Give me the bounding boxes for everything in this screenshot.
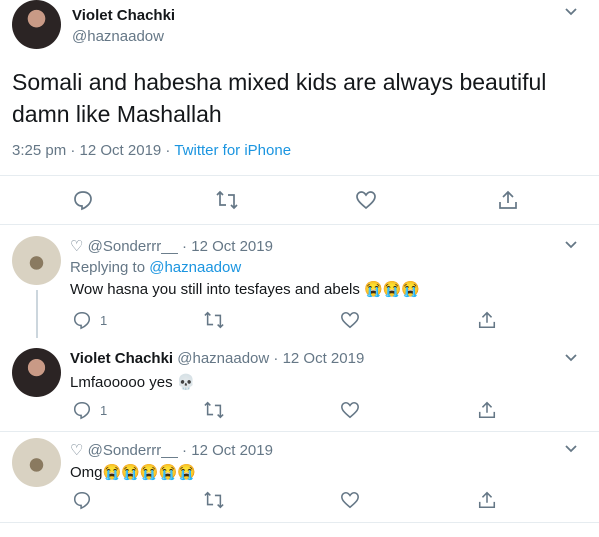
share-icon bbox=[477, 310, 497, 330]
retweet-button[interactable] bbox=[203, 400, 225, 420]
avatar[interactable] bbox=[12, 438, 61, 487]
share-button[interactable] bbox=[477, 490, 497, 510]
reply-text: Omg😭😭😭😭😭 bbox=[70, 464, 196, 481]
chevron-down-icon[interactable] bbox=[564, 350, 578, 366]
timestamp[interactable]: 3:25 pm · 12 Oct 2019 bbox=[12, 142, 161, 159]
divider bbox=[0, 522, 599, 523]
retweet-button[interactable] bbox=[203, 310, 225, 330]
reply-icon bbox=[72, 310, 92, 330]
share-button[interactable] bbox=[477, 400, 497, 420]
like-button[interactable] bbox=[340, 310, 360, 330]
reply-header: ♡ @Sonderrr__ · 12 Oct 2019 bbox=[70, 237, 273, 255]
replying-to-label: Replying to bbox=[70, 259, 150, 276]
retweet-icon bbox=[203, 310, 225, 330]
tweet-meta: 3:25 pm · 12 Oct 2019 · Twitter for iPho… bbox=[12, 142, 291, 159]
retweet-icon bbox=[203, 490, 225, 510]
like-icon bbox=[355, 189, 377, 211]
divider bbox=[0, 224, 599, 225]
like-button[interactable] bbox=[340, 490, 360, 510]
divider bbox=[0, 431, 599, 432]
reply-header: ♡ @Sonderrr__ · 12 Oct 2019 bbox=[70, 441, 273, 459]
reply-text: Lmfaooooo yes 💀 bbox=[70, 374, 196, 391]
meta-separator: · bbox=[161, 142, 175, 159]
reply-text: Wow hasna you still into tesfayes and ab… bbox=[70, 281, 421, 298]
retweet-icon bbox=[203, 400, 225, 420]
like-button[interactable] bbox=[355, 189, 377, 211]
reply-author[interactable]: ♡ @Sonderrr__ bbox=[70, 238, 178, 255]
avatar[interactable] bbox=[12, 348, 61, 397]
tweet-text: Somali and habesha mixed kids are always… bbox=[12, 69, 547, 127]
reply-button[interactable] bbox=[72, 189, 94, 211]
reply-handle[interactable]: @haznaadow bbox=[177, 350, 269, 367]
avatar[interactable] bbox=[12, 236, 61, 285]
reply-date[interactable]: · 12 Oct 2019 bbox=[178, 442, 273, 459]
retweet-button[interactable] bbox=[215, 189, 239, 211]
avatar[interactable] bbox=[12, 0, 61, 49]
chevron-down-icon[interactable] bbox=[564, 441, 578, 457]
reply-date[interactable]: · 12 Oct 2019 bbox=[269, 350, 364, 367]
reply-count: 1 bbox=[100, 402, 108, 418]
like-icon bbox=[340, 310, 360, 330]
share-button[interactable] bbox=[497, 189, 519, 211]
share-icon bbox=[477, 490, 497, 510]
reply-icon bbox=[72, 400, 92, 420]
replying-to: Replying to @haznaadow bbox=[70, 259, 241, 276]
chevron-down-icon[interactable] bbox=[564, 4, 578, 20]
reply-author[interactable]: Violet Chachki bbox=[70, 350, 173, 367]
reply-date[interactable]: · 12 Oct 2019 bbox=[178, 238, 273, 255]
share-icon bbox=[477, 400, 497, 420]
retweet-button[interactable] bbox=[203, 490, 225, 510]
reply-button[interactable]: 1 bbox=[72, 310, 107, 330]
reply-button[interactable] bbox=[72, 490, 100, 510]
divider bbox=[0, 175, 599, 176]
share-icon bbox=[497, 189, 519, 211]
like-icon bbox=[340, 490, 360, 510]
replying-to-handle[interactable]: @haznaadow bbox=[149, 259, 241, 276]
reply-icon bbox=[72, 490, 92, 510]
share-button[interactable] bbox=[477, 310, 497, 330]
chevron-down-icon[interactable] bbox=[564, 237, 578, 253]
like-icon bbox=[340, 400, 360, 420]
reply-count: 1 bbox=[100, 312, 108, 328]
reply-button[interactable]: 1 bbox=[72, 400, 107, 420]
thread-line bbox=[36, 290, 38, 338]
author-handle[interactable]: @haznaadow bbox=[72, 28, 164, 45]
reply-icon bbox=[72, 189, 94, 211]
like-button[interactable] bbox=[340, 400, 360, 420]
source-link[interactable]: Twitter for iPhone bbox=[174, 142, 291, 159]
reply-header: Violet Chachki @haznaadow · 12 Oct 2019 bbox=[70, 350, 364, 367]
retweet-icon bbox=[215, 189, 239, 211]
reply-author[interactable]: ♡ @Sonderrr__ bbox=[70, 442, 178, 459]
author-name[interactable]: Violet Chachki bbox=[72, 7, 175, 24]
